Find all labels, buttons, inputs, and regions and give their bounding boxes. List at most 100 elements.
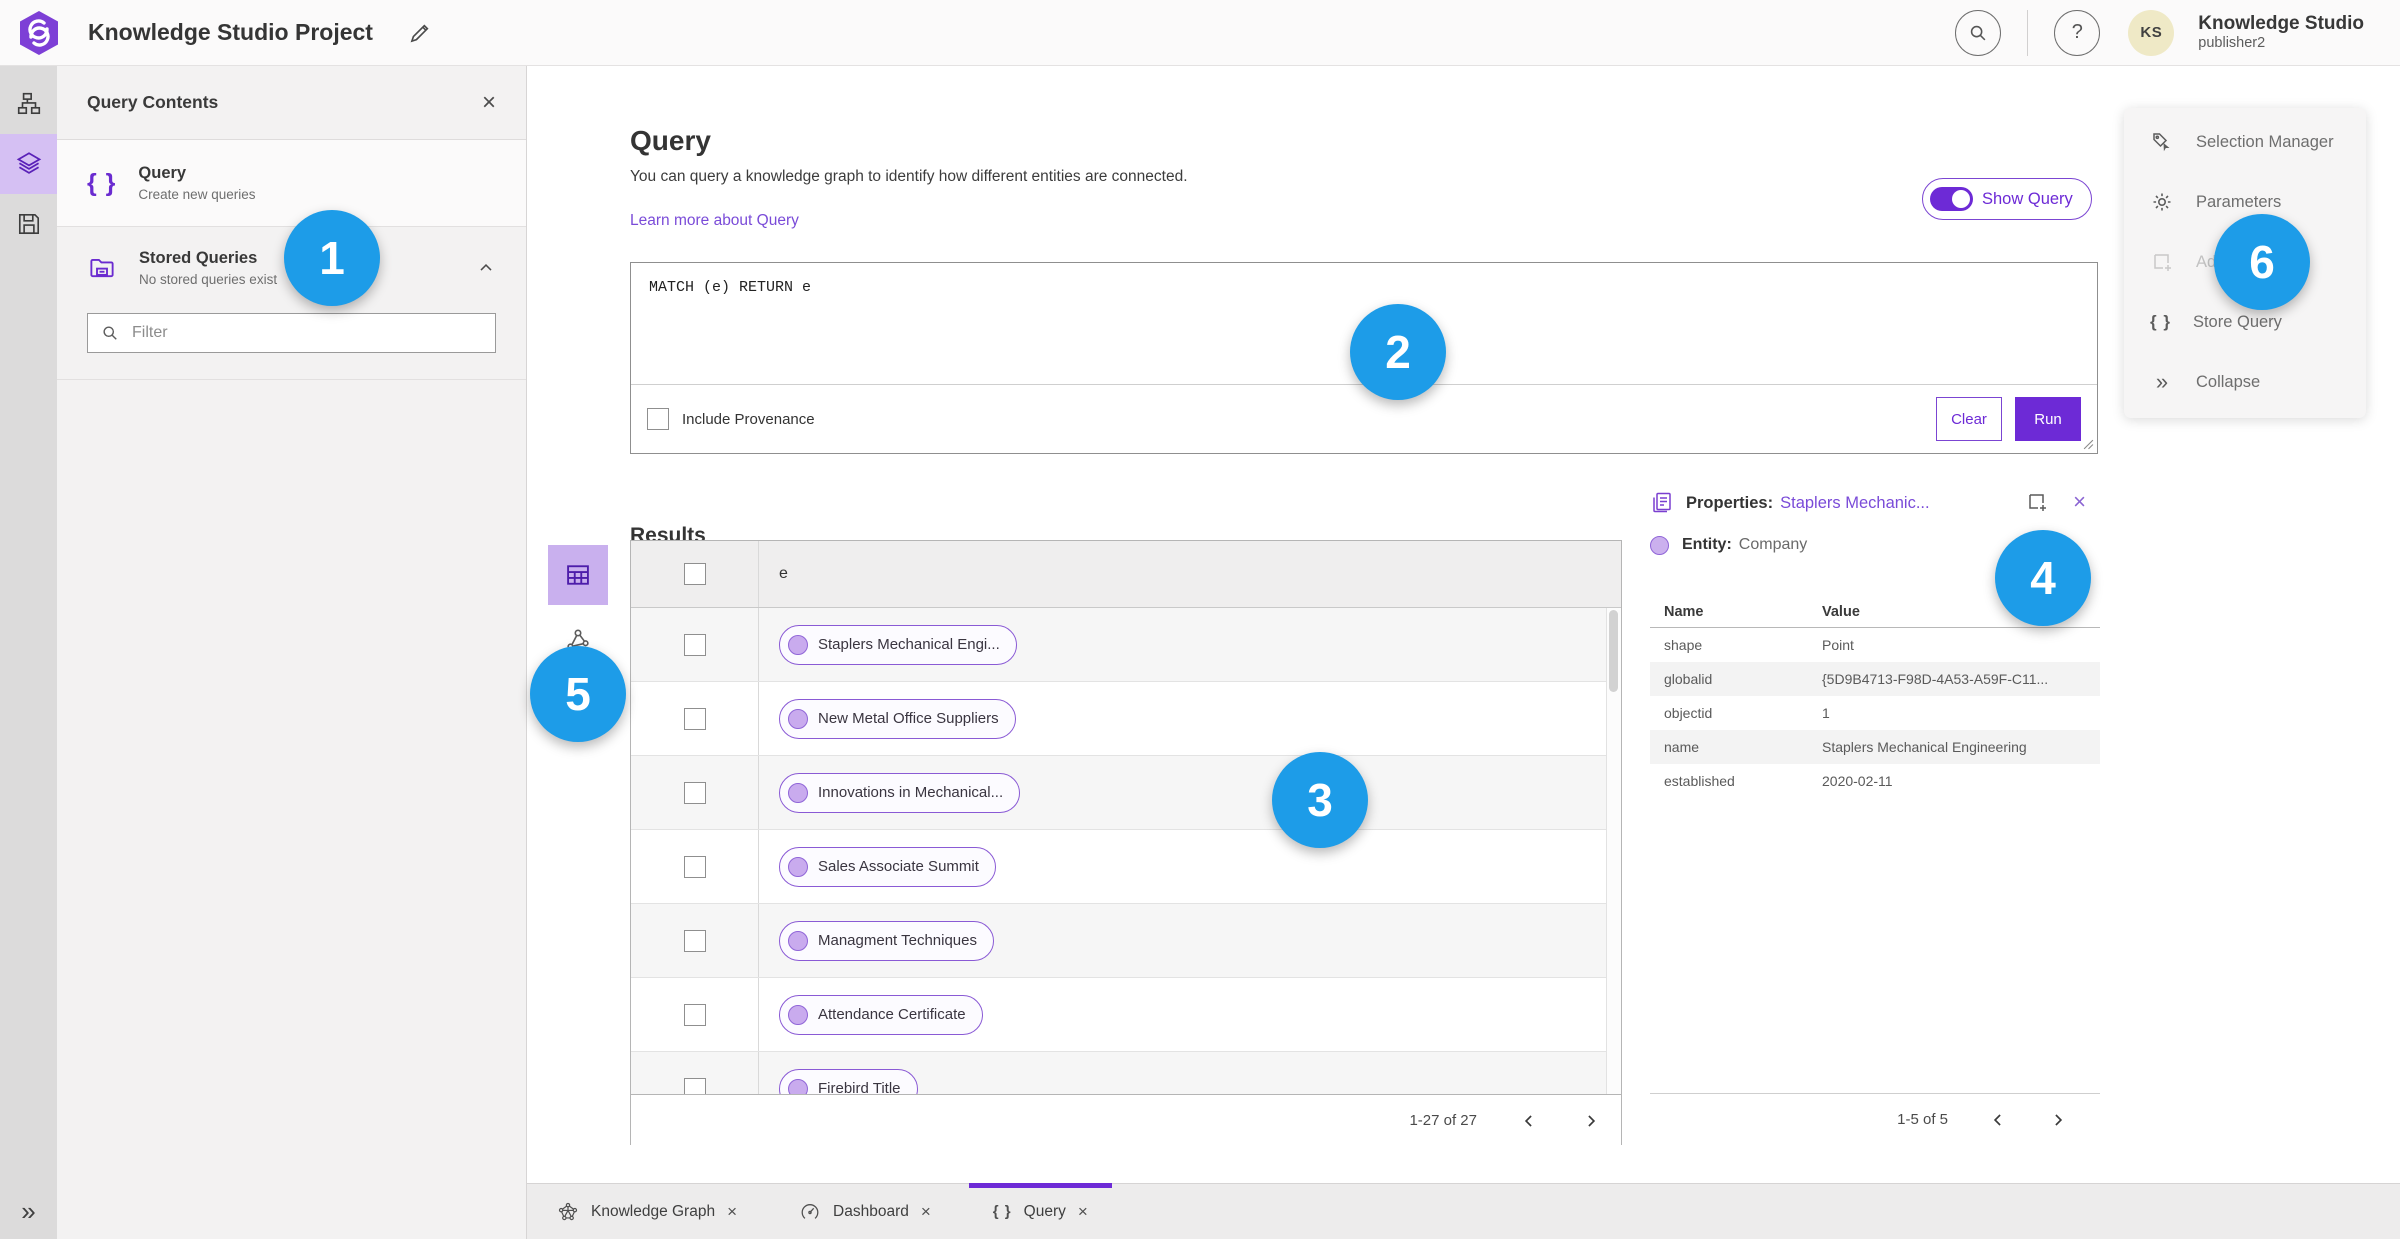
entity-pill[interactable]: New Metal Office Suppliers [779,698,1016,739]
braces-icon: { } [2150,312,2171,331]
property-name: name [1664,739,1700,755]
results-next-page-button[interactable] [1581,1111,1601,1131]
property-value: Point [1822,637,1854,653]
entity-pill[interactable]: Staplers Mechanical Engi... [779,624,1017,665]
search-button[interactable] [1955,9,2002,56]
results-scrollbar[interactable] [1606,608,1621,1094]
property-value: {5D9B4713-F98D-4A53-A59F-C11... [1822,671,2049,687]
stored-queries-label: Stored Queries [139,249,258,267]
table-row[interactable]: Innovations in Mechanical... [631,756,1621,830]
gear-icon [2150,190,2174,214]
user-info[interactable]: Knowledge Studio publisher2 [2198,13,2364,52]
property-row[interactable]: shape Point [1650,628,2100,662]
entity-prefix: Entity: [1682,536,1732,553]
toggle-on-icon[interactable] [1930,187,1973,211]
query-item-sublabel: Create new queries [138,187,256,202]
close-tab-button[interactable]: × [1078,1202,1088,1222]
topbar-divider [2027,9,2029,56]
learn-more-link[interactable]: Learn more about Query [630,212,799,230]
collapse-item[interactable]: » Collapse [2124,352,2366,412]
entity-label: New Metal Office Suppliers [818,710,999,727]
show-query-toggle[interactable]: Show Query [1922,178,2092,220]
row-checkbox[interactable] [683,781,706,804]
entity-label: Managment Techniques [818,932,977,949]
chevron-up-icon[interactable] [476,258,496,278]
project-title: Knowledge Studio Project [88,19,373,45]
tab-label: Dashboard [833,1202,909,1220]
row-checkbox[interactable] [683,855,706,878]
entity-label: Innovations in Mechanical... [818,784,1004,801]
tab-dashboard[interactable]: Dashboard × [775,1184,955,1239]
property-row[interactable]: established 2020-02-11 [1650,764,2100,798]
tab-knowledge-graph[interactable]: Knowledge Graph × [533,1184,761,1239]
results-table: e Staplers Mechanical Engi... New Metal … [630,540,1622,1146]
edit-title-button[interactable] [407,20,433,46]
results-prev-page-button[interactable] [1519,1111,1539,1131]
rail-item-layers[interactable] [0,134,57,194]
avatar[interactable]: KS [2128,9,2175,56]
entity-type-dot-icon [1650,535,1669,555]
dashboard-gauge-icon [799,1201,821,1223]
annotation-badge-3: 3 [1272,752,1368,848]
entity-dot-icon [788,1078,808,1094]
select-all-checkbox[interactable] [683,563,706,585]
property-name: globalid [1664,671,1713,687]
properties-next-page-button[interactable] [2048,1110,2068,1130]
properties-entity-link[interactable]: Staplers Mechanic... [1780,494,1929,513]
clear-button[interactable]: Clear [1936,397,2002,441]
table-row[interactable]: Attendance Certificate [631,978,1621,1052]
query-page-title: Query [630,124,711,156]
row-checkbox[interactable] [683,1077,706,1094]
menu-item-label: Parameters [2196,192,2282,211]
row-checkbox[interactable] [683,633,706,656]
property-row[interactable]: objectid 1 [1650,696,2100,730]
include-provenance-checkbox[interactable] [647,408,669,430]
entity-pill[interactable]: Attendance Certificate [779,994,983,1035]
entity-label: Firebird Title [818,1080,901,1094]
close-tab-button[interactable]: × [921,1202,931,1222]
menu-item-label: Store Query [2192,312,2282,331]
filter-box [87,313,496,353]
table-view-button[interactable] [548,545,608,605]
stored-queries-sublabel: No stored queries exist [139,272,278,287]
run-button[interactable]: Run [2015,397,2081,441]
app-logo-icon[interactable] [18,10,60,56]
table-row[interactable]: Staplers Mechanical Engi... [631,608,1621,682]
query-list-item[interactable]: { } Query Create new queries [57,140,526,227]
table-row[interactable]: Managment Techniques [631,904,1621,978]
entity-pill[interactable]: Innovations in Mechanical... [779,772,1021,813]
filter-search-icon [100,323,120,343]
selection-manager-item[interactable]: Selection Manager [2124,112,2366,172]
close-properties-button[interactable]: × [2073,491,2086,513]
help-button[interactable]: ? [2054,9,2101,56]
table-row[interactable]: Firebird Title [631,1052,1621,1094]
results-pagination: 1-27 of 27 [631,1094,1621,1146]
entity-pill[interactable]: Managment Techniques [779,920,994,961]
add-to-selection-button[interactable] [2025,490,2049,514]
annotation-badge-4: 4 [1995,530,2091,626]
rail-item-save[interactable] [0,194,57,254]
table-row[interactable]: New Metal Office Suppliers [631,682,1621,756]
properties-title: Properties: [1686,493,1774,512]
close-panel-button[interactable]: × [482,90,496,115]
properties-prev-page-button[interactable] [1988,1110,2008,1130]
properties-pagination: 1-5 of 5 [1650,1093,2100,1145]
filter-input[interactable] [130,323,483,343]
entity-pill[interactable]: Firebird Title [779,1068,918,1094]
row-checkbox[interactable] [683,707,706,730]
entity-pill[interactable]: Sales Associate Summit [779,846,996,887]
row-checkbox[interactable] [683,1003,706,1026]
property-row[interactable]: globalid {5D9B4713-F98D-4A53-A59F-C11... [1650,662,2100,696]
close-tab-button[interactable]: × [727,1202,737,1222]
resize-handle-icon[interactable] [2083,439,2094,450]
rail-item-hierarchy[interactable] [0,74,57,134]
property-row[interactable]: name Staplers Mechanical Engineering [1650,730,2100,764]
scrollbar-thumb[interactable] [1609,610,1618,692]
row-checkbox[interactable] [683,929,706,952]
expand-rail-button[interactable]: » [0,1196,57,1227]
annotation-badge-2: 2 [1350,304,1446,400]
column-header-e: e [779,565,788,582]
tab-query[interactable]: { } Query × [968,1183,1112,1239]
panel-divider [57,379,526,380]
table-row[interactable]: Sales Associate Summit [631,830,1621,904]
